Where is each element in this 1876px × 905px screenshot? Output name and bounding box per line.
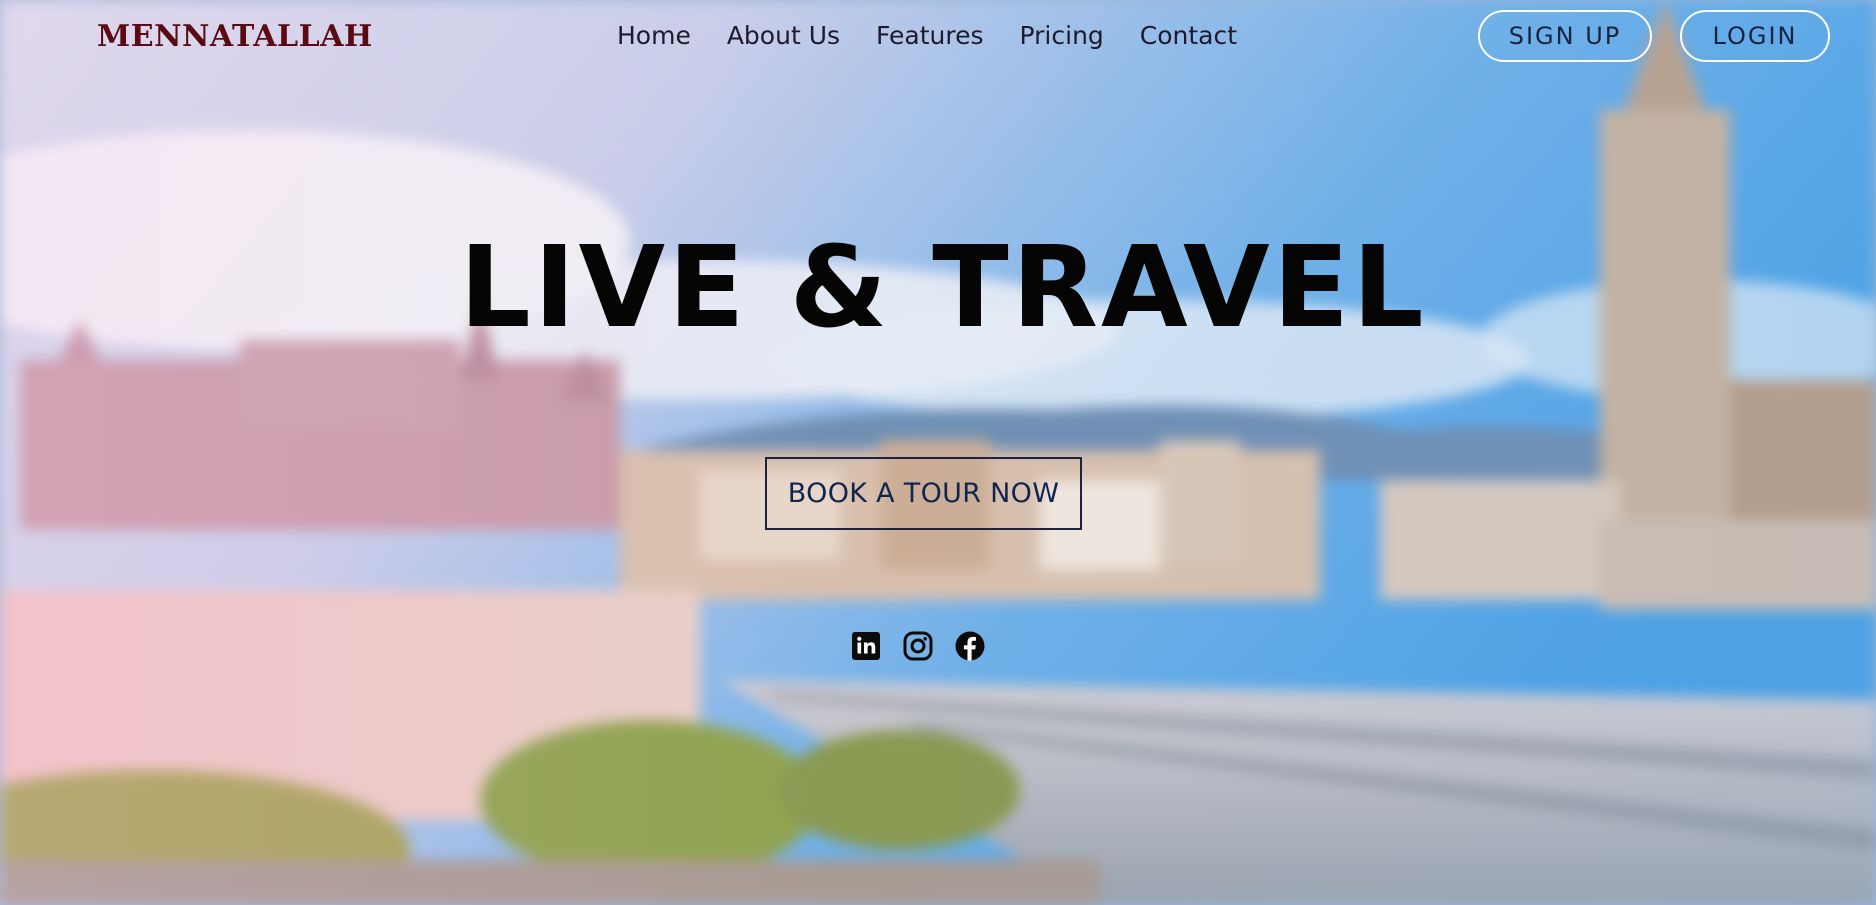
signup-button[interactable]: SIGN UP (1478, 10, 1652, 62)
facebook-icon[interactable] (954, 630, 986, 662)
nav-link-pricing[interactable]: Pricing (1020, 20, 1104, 52)
nav-link-features[interactable]: Features (876, 20, 984, 52)
hero-headline: LIVE & TRAVEL (459, 223, 1427, 353)
top-navbar: MENNATALLAH Home About Us Features Prici… (0, 0, 1876, 74)
nav-link-home[interactable]: Home (617, 20, 691, 52)
social-links (850, 630, 986, 662)
main-nav: Home About Us Features Pricing Contact (617, 20, 1237, 52)
login-button[interactable]: LOGIN (1680, 10, 1830, 62)
nav-link-contact[interactable]: Contact (1140, 20, 1237, 52)
hero-background-image (0, 0, 1876, 905)
instagram-icon[interactable] (902, 630, 934, 662)
brand-logo[interactable]: MENNATALLAH (97, 19, 373, 54)
book-tour-button[interactable]: BOOK A TOUR NOW (765, 457, 1082, 530)
auth-buttons: SIGN UP LOGIN (1478, 10, 1830, 62)
nav-link-about-us[interactable]: About Us (727, 20, 840, 52)
linkedin-icon[interactable] (850, 630, 882, 662)
